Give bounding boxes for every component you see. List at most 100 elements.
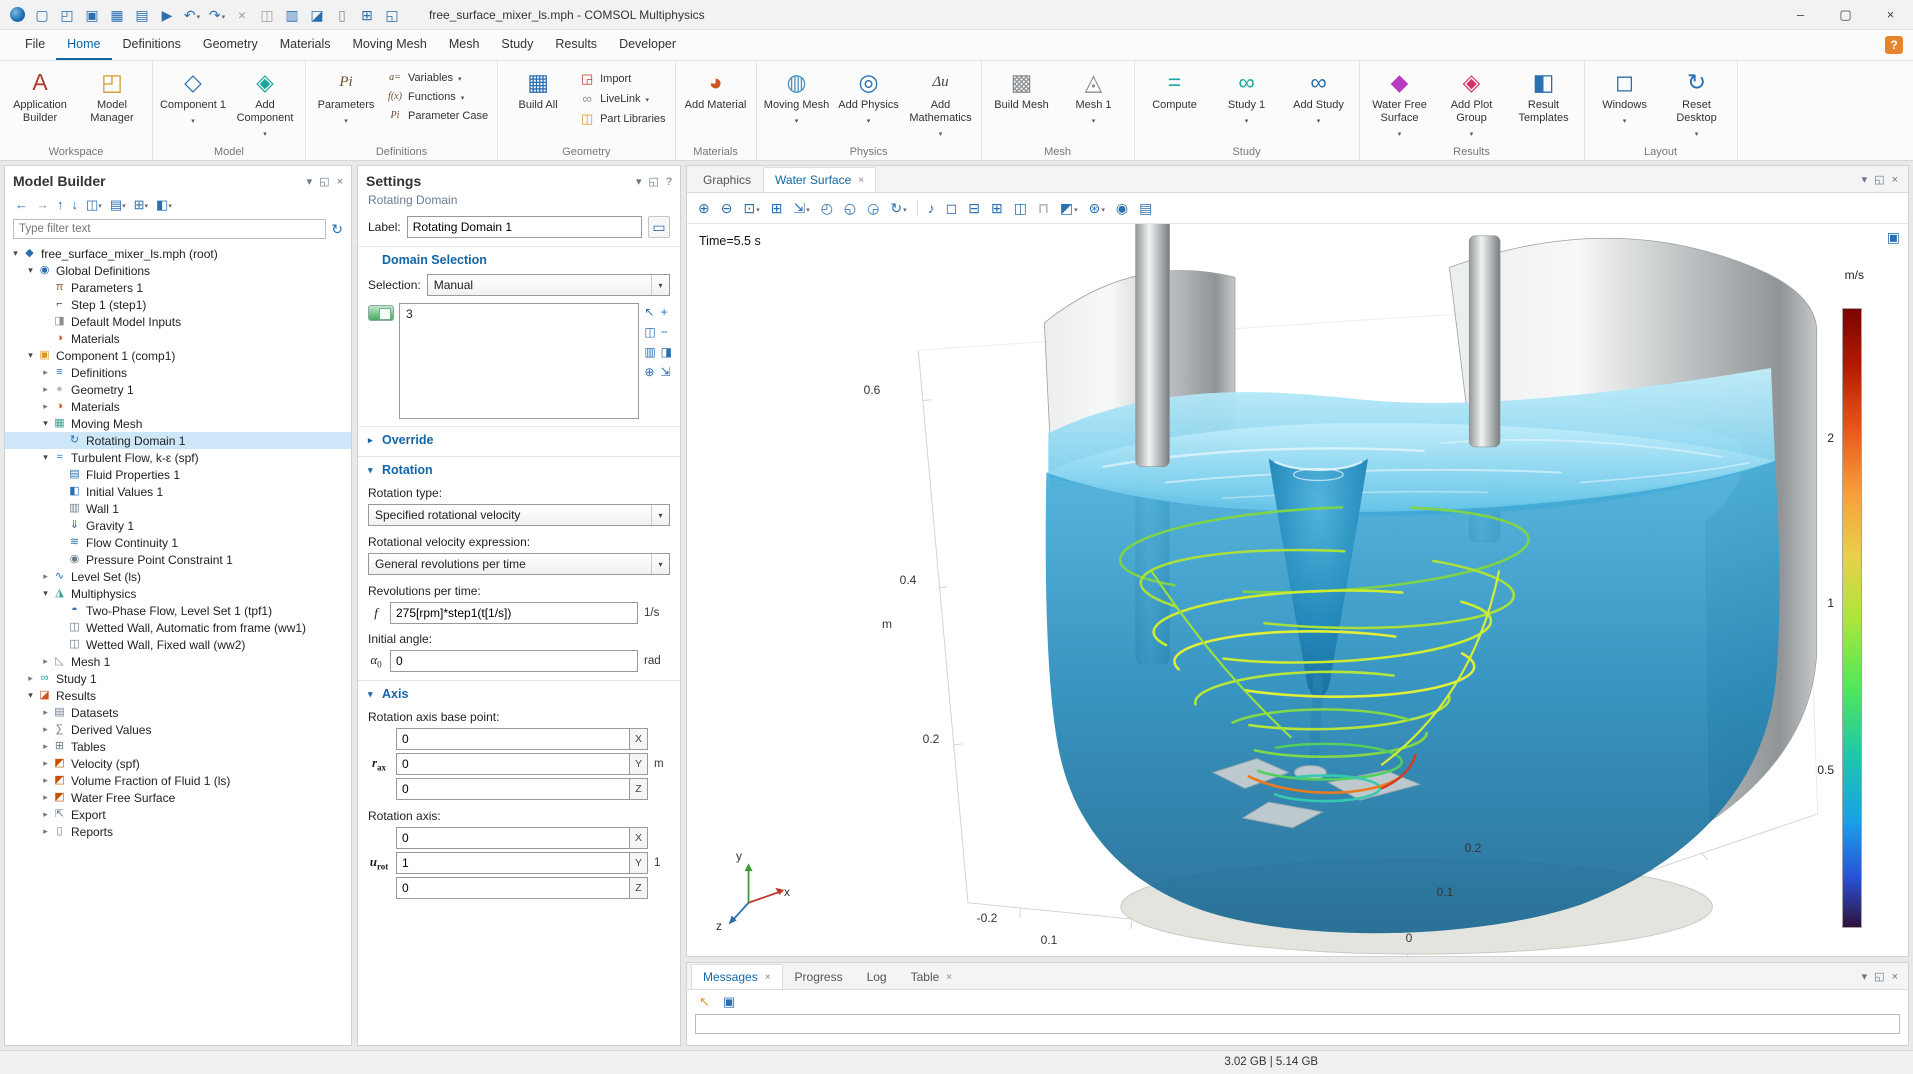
ribbon-build-all-button[interactable]: ▦Build All [503,64,573,113]
sel-add-button[interactable]: + [661,305,672,319]
split-horizontal-button[interactable]: ⊟ [967,200,981,216]
selection-dropdown[interactable]: Manual [427,274,670,296]
ribbon-add-plot-group-button[interactable]: ◈Add Plot Group [1437,64,1507,140]
sel-expand-button[interactable]: ⇲ [661,365,672,379]
tree-item-water-free-surface[interactable]: ◩Water Free Surface [5,789,351,806]
ribbon-study-1-button[interactable]: ∞Study 1 [1212,64,1282,127]
view-zx-button[interactable]: ◶ [866,200,880,216]
panel-menu-button[interactable]: ▾ [1862,969,1868,983]
close-tab-icon[interactable] [946,972,952,983]
single-view-button[interactable]: ◻ [945,200,959,216]
menu-materials[interactable]: Materials [269,30,342,60]
sel-paste-button[interactable]: ▥ [644,345,655,359]
panel-menu-button[interactable]: ▾ [636,174,642,188]
selection-state-toggle[interactable] [368,305,394,321]
save-button[interactable]: ▣ [81,4,103,26]
color-theme-button[interactable]: ◩ [1059,200,1079,216]
menu-mesh[interactable]: Mesh [438,30,491,60]
print-button[interactable]: ▤ [131,4,153,26]
section-override[interactable]: Override [358,426,680,451]
tree-item-materials[interactable]: ◑Materials [5,398,351,415]
tree-item-flow-continuity-1[interactable]: ≋Flow Continuity 1 [5,534,351,551]
undo-button[interactable]: ↶ [181,4,203,26]
initial-angle-input[interactable] [390,650,638,672]
refresh-filter-button[interactable]: ↻ [331,222,343,237]
maximize-button[interactable]: ▢ [1823,0,1868,29]
view-yz-button[interactable]: ◵ [843,200,857,216]
menu-study[interactable]: Study [490,30,544,60]
tree-item-multiphysics[interactable]: ◮Multiphysics [5,585,351,602]
ribbon-build-mesh-button[interactable]: ▩Build Mesh [987,64,1057,113]
float-panel-button[interactable]: ◱ [319,174,329,188]
tree-item-turbulent-flow-k-spf[interactable]: ≈Turbulent Flow, k-ε (spf) [5,449,351,466]
tree-item-gravity-1[interactable]: ⇓Gravity 1 [5,517,351,534]
tree-item-initial-values-1[interactable]: ◧Initial Values 1 [5,483,351,500]
tree-item-free-surface-mixer-ls-mph-root[interactable]: ◆free_surface_mixer_ls.mph (root) [5,245,351,262]
tree-item-export[interactable]: ⇱Export [5,806,351,823]
refresh-button[interactable]: ↻ [889,200,907,216]
tree-item-materials[interactable]: ◑Materials [5,330,351,347]
tree-item-wall-1[interactable]: ▥Wall 1 [5,500,351,517]
sound-button[interactable]: ♪ [927,200,936,216]
ribbon-add-mathematics-button[interactable]: ΔuAdd Mathematics [906,64,976,140]
ribbon-functions-button[interactable]: f(x)Functions [383,90,492,104]
ribbon-moving-mesh-button[interactable]: ◍Moving Mesh [762,64,832,127]
base-point-z-input[interactable] [396,778,630,800]
split-quad-button[interactable]: ◫ [1013,200,1028,216]
tree-item-level-set-ls[interactable]: ∿Level Set (ls) [5,568,351,585]
ribbon-variables-button[interactable]: a=Variables [383,71,492,85]
tree-item-mesh-1[interactable]: ◺Mesh 1 [5,653,351,670]
menu-developer[interactable]: Developer [608,30,687,60]
sel-remove-button[interactable]: − [661,325,672,339]
filter-input[interactable] [13,219,326,239]
clear-log-button[interactable]: ↖ [697,993,712,1010]
tree-item-results[interactable]: ◪Results [5,687,351,704]
lock-axes-button[interactable]: ⊓ [1037,200,1050,216]
render-settings-button[interactable]: ▣ [1887,230,1900,245]
save-as-button[interactable]: ▦ [106,4,128,26]
new-file-button[interactable]: ▢ [31,4,53,26]
tree-item-wetted-wall-automatic-from-frame-ww1[interactable]: ◫Wetted Wall, Automatic from frame (ww1) [5,619,351,636]
ribbon-parameter-case-button[interactable]: PiParameter Case [383,109,492,123]
menu-geometry[interactable]: Geometry [192,30,269,60]
insert-table-button[interactable]: ⊞ [356,4,378,26]
tree-item-default-model-inputs[interactable]: ◨Default Model Inputs [5,313,351,330]
show-options-button[interactable]: ◫ [84,195,104,213]
sel-create-button[interactable]: ↖ [644,305,655,319]
selection-list[interactable]: 3 [399,303,639,419]
duplicate-button[interactable]: ◪ [306,4,328,26]
forward-button[interactable]: → [34,196,51,213]
ribbon-result-templates-button[interactable]: ◧Result Templates [1509,64,1579,126]
ribbon-windows-button[interactable]: ◻Windows [1590,64,1660,127]
grid-options-button[interactable]: ⊞ [132,195,150,213]
menu-definitions[interactable]: Definitions [112,30,192,60]
tree-item-step-1-step1[interactable]: ⌐Step 1 (step1) [5,296,351,313]
base-point-y-input[interactable] [396,753,630,775]
close-panel-button[interactable]: × [1892,172,1898,186]
section-rotation[interactable]: Rotation [358,456,680,481]
zoom-in-button[interactable]: ⊕ [697,200,711,216]
tree-item-reports[interactable]: ▯Reports [5,823,351,840]
sel-box-button[interactable]: ◨ [661,345,672,359]
base-point-x-input[interactable] [396,728,630,750]
tab-log[interactable]: Log [855,964,899,989]
ribbon-mesh-1-button[interactable]: ◬Mesh 1 [1059,64,1129,127]
tree-item-volume-fraction-of-fluid-1-ls[interactable]: ◩Volume Fraction of Fluid 1 (ls) [5,772,351,789]
delete-button[interactable]: ▯ [331,4,353,26]
sel-zoom-button[interactable]: ⊕ [644,365,655,379]
tree-item-pressure-point-constraint-1[interactable]: ◉Pressure Point Constraint 1 [5,551,351,568]
zoom-box-button[interactable]: ⊡ [742,200,760,216]
tree-item-wetted-wall-fixed-wall-ww2[interactable]: ◫Wetted Wall, Fixed wall (ww2) [5,636,351,653]
rotation-type-dropdown[interactable]: Specified rotational velocity [368,504,670,526]
go-to-default-view-button[interactable]: ⇲ [792,200,810,216]
section-domain-selection[interactable]: Domain Selection [358,246,680,271]
tab-progress[interactable]: Progress [783,964,855,989]
tree-item-geometry-1[interactable]: ●Geometry 1 [5,381,351,398]
tree-item-tables[interactable]: ⊞Tables [5,738,351,755]
ribbon-water-free-surface-button[interactable]: ◆Water Free Surface [1365,64,1435,140]
zoom-extents-button[interactable]: ⊞ [770,200,784,216]
menu-results[interactable]: Results [544,30,608,60]
copy-button[interactable]: ◫ [256,4,278,26]
tree-item-datasets[interactable]: ▤Datasets [5,704,351,721]
tree-item-two-phase-flow-level-set-1-tpf1[interactable]: ◓Two-Phase Flow, Level Set 1 (tpf1) [5,602,351,619]
